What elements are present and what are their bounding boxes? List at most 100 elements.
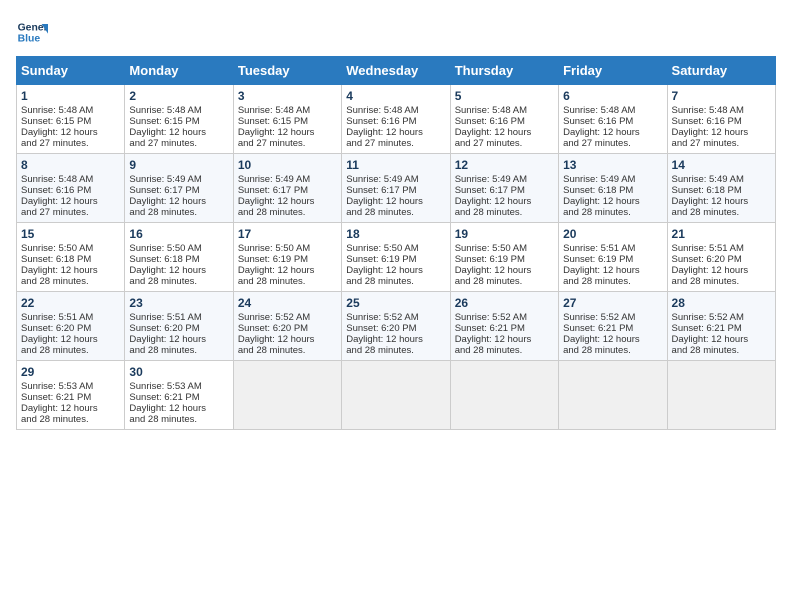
day-number: 19 <box>455 227 554 241</box>
daylight-label: Daylight: 12 hours <box>563 334 640 345</box>
day-cell: 28Sunrise: 5:52 AMSunset: 6:21 PMDayligh… <box>667 292 775 361</box>
day-cell: 18Sunrise: 5:50 AMSunset: 6:19 PMDayligh… <box>342 223 450 292</box>
day-cell: 10Sunrise: 5:49 AMSunset: 6:17 PMDayligh… <box>233 154 341 223</box>
daylight-label: Daylight: 12 hours <box>455 265 532 276</box>
day-cell <box>667 361 775 430</box>
sunrise-label: Sunrise: 5:51 AM <box>672 243 744 254</box>
sunset-label: Sunset: 6:20 PM <box>238 323 308 334</box>
sunrise-label: Sunrise: 5:48 AM <box>21 105 93 116</box>
day-cell: 6Sunrise: 5:48 AMSunset: 6:16 PMDaylight… <box>559 85 667 154</box>
daylight-minutes: and 28 minutes. <box>455 276 523 287</box>
day-cell: 14Sunrise: 5:49 AMSunset: 6:18 PMDayligh… <box>667 154 775 223</box>
daylight-label: Daylight: 12 hours <box>563 265 640 276</box>
week-row-3: 15Sunrise: 5:50 AMSunset: 6:18 PMDayligh… <box>17 223 776 292</box>
sunrise-label: Sunrise: 5:52 AM <box>563 312 635 323</box>
day-number: 6 <box>563 89 662 103</box>
day-cell <box>342 361 450 430</box>
sunrise-label: Sunrise: 5:48 AM <box>455 105 527 116</box>
sunset-label: Sunset: 6:15 PM <box>21 116 91 127</box>
daylight-minutes: and 28 minutes. <box>672 207 740 218</box>
day-number: 14 <box>672 158 771 172</box>
daylight-minutes: and 28 minutes. <box>21 276 89 287</box>
daylight-label: Daylight: 12 hours <box>129 196 206 207</box>
day-cell: 23Sunrise: 5:51 AMSunset: 6:20 PMDayligh… <box>125 292 233 361</box>
daylight-minutes: and 28 minutes. <box>21 345 89 356</box>
daylight-label: Daylight: 12 hours <box>21 196 98 207</box>
sunset-label: Sunset: 6:21 PM <box>672 323 742 334</box>
sunset-label: Sunset: 6:17 PM <box>129 185 199 196</box>
daylight-minutes: and 28 minutes. <box>238 276 306 287</box>
day-number: 22 <box>21 296 120 310</box>
day-number: 16 <box>129 227 228 241</box>
sunset-label: Sunset: 6:20 PM <box>21 323 91 334</box>
day-number: 9 <box>129 158 228 172</box>
sunrise-label: Sunrise: 5:49 AM <box>563 174 635 185</box>
daylight-label: Daylight: 12 hours <box>238 265 315 276</box>
week-row-5: 29Sunrise: 5:53 AMSunset: 6:21 PMDayligh… <box>17 361 776 430</box>
day-number: 12 <box>455 158 554 172</box>
sunrise-label: Sunrise: 5:50 AM <box>455 243 527 254</box>
sunset-label: Sunset: 6:21 PM <box>563 323 633 334</box>
daylight-label: Daylight: 12 hours <box>563 196 640 207</box>
sunset-label: Sunset: 6:19 PM <box>346 254 416 265</box>
sunrise-label: Sunrise: 5:49 AM <box>455 174 527 185</box>
daylight-label: Daylight: 12 hours <box>21 265 98 276</box>
week-row-2: 8Sunrise: 5:48 AMSunset: 6:16 PMDaylight… <box>17 154 776 223</box>
header-saturday: Saturday <box>667 57 775 85</box>
daylight-minutes: and 28 minutes. <box>129 207 197 218</box>
day-cell: 12Sunrise: 5:49 AMSunset: 6:17 PMDayligh… <box>450 154 558 223</box>
day-cell: 8Sunrise: 5:48 AMSunset: 6:16 PMDaylight… <box>17 154 125 223</box>
daylight-minutes: and 28 minutes. <box>346 276 414 287</box>
daylight-minutes: and 28 minutes. <box>129 276 197 287</box>
daylight-minutes: and 28 minutes. <box>455 207 523 218</box>
daylight-minutes: and 27 minutes. <box>21 207 89 218</box>
sunrise-label: Sunrise: 5:48 AM <box>563 105 635 116</box>
header-thursday: Thursday <box>450 57 558 85</box>
sunrise-label: Sunrise: 5:49 AM <box>238 174 310 185</box>
day-number: 17 <box>238 227 337 241</box>
daylight-minutes: and 27 minutes. <box>129 138 197 149</box>
sunrise-label: Sunrise: 5:51 AM <box>21 312 93 323</box>
day-number: 20 <box>563 227 662 241</box>
day-number: 11 <box>346 158 445 172</box>
sunset-label: Sunset: 6:18 PM <box>21 254 91 265</box>
daylight-label: Daylight: 12 hours <box>21 334 98 345</box>
day-cell: 15 Sunrise: 5:50 AMSunset: 6:18 PMDayligh… <box>17 223 125 292</box>
svg-text:Blue: Blue <box>18 34 41 45</box>
sunrise-label: Sunrise: 5:53 AM <box>129 381 201 392</box>
sunrise-label: Sunrise: 5:50 AM <box>346 243 418 254</box>
sunrise-label: Sunrise: 5:50 AM <box>21 243 93 254</box>
day-number: 7 <box>672 89 771 103</box>
sunrise-label: Sunrise: 5:48 AM <box>672 105 744 116</box>
daylight-label: Daylight: 12 hours <box>129 265 206 276</box>
sunrise-label: Sunrise: 5:49 AM <box>129 174 201 185</box>
daylight-label: Daylight: 12 hours <box>346 196 423 207</box>
daylight-minutes: and 27 minutes. <box>238 138 306 149</box>
daylight-minutes: and 28 minutes. <box>563 207 631 218</box>
day-number: 10 <box>238 158 337 172</box>
day-cell: 30Sunrise: 5:53 AMSunset: 6:21 PMDayligh… <box>125 361 233 430</box>
day-number: 15 <box>21 227 120 241</box>
sunset-label: Sunset: 6:19 PM <box>563 254 633 265</box>
sunrise-label: Sunrise: 5:50 AM <box>129 243 201 254</box>
sunrise-label: Sunrise: 5:52 AM <box>346 312 418 323</box>
daylight-minutes: and 28 minutes. <box>129 345 197 356</box>
page-header: General Blue <box>16 16 776 48</box>
daylight-minutes: and 27 minutes. <box>455 138 523 149</box>
daylight-minutes: and 28 minutes. <box>346 345 414 356</box>
day-cell <box>559 361 667 430</box>
day-number: 18 <box>346 227 445 241</box>
sunset-label: Sunset: 6:16 PM <box>346 116 416 127</box>
sunset-label: Sunset: 6:16 PM <box>455 116 525 127</box>
day-cell: 29Sunrise: 5:53 AMSunset: 6:21 PMDayligh… <box>17 361 125 430</box>
day-cell: 9 Sunrise: 5:49 AMSunset: 6:17 PMDaylight… <box>125 154 233 223</box>
sunset-label: Sunset: 6:21 PM <box>455 323 525 334</box>
day-cell: 27Sunrise: 5:52 AMSunset: 6:21 PMDayligh… <box>559 292 667 361</box>
daylight-label: Daylight: 12 hours <box>238 196 315 207</box>
daylight-label: Daylight: 12 hours <box>129 334 206 345</box>
sunrise-label: Sunrise: 5:48 AM <box>21 174 93 185</box>
daylight-minutes: and 27 minutes. <box>563 138 631 149</box>
daylight-minutes: and 28 minutes. <box>238 345 306 356</box>
daylight-label: Daylight: 12 hours <box>672 265 749 276</box>
sunrise-label: Sunrise: 5:52 AM <box>238 312 310 323</box>
